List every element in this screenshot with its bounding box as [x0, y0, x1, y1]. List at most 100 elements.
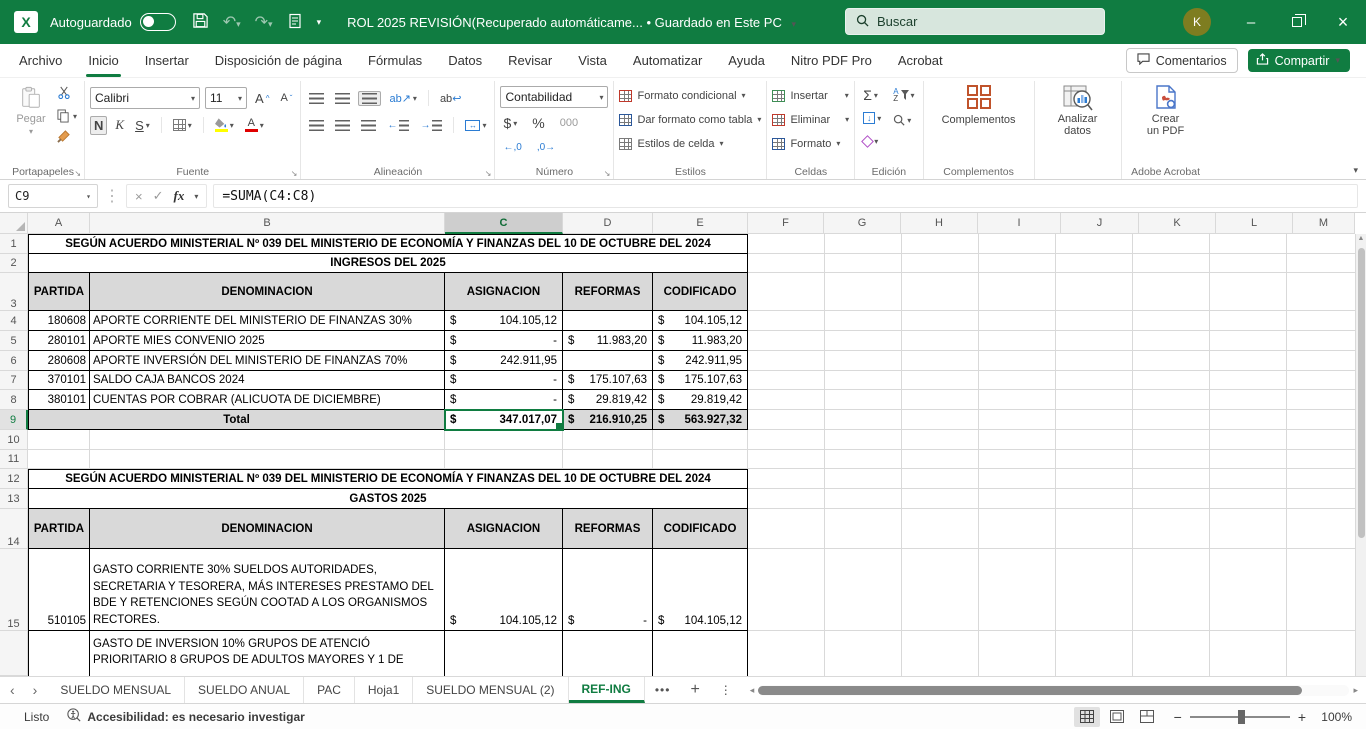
- percent-format-icon[interactable]: %: [529, 114, 547, 132]
- cell-d9[interactable]: $216.910,25: [563, 410, 653, 430]
- search-box[interactable]: [845, 8, 1105, 35]
- prev-sheet-icon[interactable]: ‹: [10, 682, 15, 698]
- enter-icon[interactable]: ✓: [153, 188, 164, 204]
- cell-e8[interactable]: $29.819,42: [653, 390, 748, 410]
- sheet-tab-sueldo-mensual[interactable]: SUELDO MENSUAL: [47, 677, 185, 703]
- row-header-10[interactable]: 10: [0, 430, 28, 450]
- addins-button[interactable]: Complementos: [929, 82, 1029, 163]
- cell-a8[interactable]: 380101: [28, 390, 90, 410]
- tab-automatizar[interactable]: Automatizar: [620, 44, 715, 77]
- row-header-14[interactable]: 14: [0, 509, 28, 549]
- sheet-tab-pac[interactable]: PAC: [304, 677, 355, 703]
- row-header-8[interactable]: 8: [0, 390, 28, 410]
- empty-cells[interactable]: [748, 469, 1366, 489]
- cell-d8[interactable]: $29.819,42: [563, 390, 653, 410]
- cell-b8[interactable]: CUENTAS POR COBRAR (ALICUOTA DE DICIEMBR…: [90, 390, 445, 410]
- orientation-icon[interactable]: ab↗▾: [386, 91, 419, 106]
- format-cells-button[interactable]: Formato▾: [772, 135, 849, 152]
- column-header-g[interactable]: G: [824, 213, 901, 234]
- tab-archivo[interactable]: Archivo: [6, 44, 75, 77]
- thousands-format-icon[interactable]: 000: [557, 116, 581, 130]
- autosave-toggle[interactable]: [140, 13, 176, 31]
- empty-cells[interactable]: [748, 331, 1366, 351]
- cell-a3[interactable]: PARTIDA: [28, 273, 90, 311]
- empty-cells[interactable]: [748, 351, 1366, 371]
- row-header-6[interactable]: 6: [0, 351, 28, 371]
- cell-c3[interactable]: ASIGNACION: [445, 273, 563, 311]
- undo-icon[interactable]: ↶▾: [223, 12, 241, 32]
- zoom-slider[interactable]: [1190, 716, 1290, 718]
- column-header-c[interactable]: C: [445, 213, 563, 234]
- comments-button[interactable]: Comentarios: [1126, 48, 1238, 73]
- number-format-combo[interactable]: Contabilidad▾: [500, 86, 608, 108]
- save-icon[interactable]: [192, 12, 209, 32]
- tab-disposicion[interactable]: Disposición de página: [202, 44, 355, 77]
- cell-c16[interactable]: [445, 631, 563, 676]
- cell-e14[interactable]: CODIFICADO: [653, 509, 748, 549]
- normal-view-icon[interactable]: [1074, 707, 1100, 727]
- cancel-icon[interactable]: ×: [135, 189, 143, 204]
- row-header-13[interactable]: 13: [0, 489, 28, 509]
- font-size-combo[interactable]: 11▾: [205, 87, 247, 109]
- select-all-corner[interactable]: [0, 213, 28, 234]
- align-center-icon[interactable]: [332, 119, 353, 132]
- restore-button[interactable]: [1274, 0, 1320, 44]
- sheet-tab-sueldo-mensual-2[interactable]: SUELDO MENSUAL (2): [413, 677, 568, 703]
- cell-c6[interactable]: $242.911,95: [445, 351, 563, 371]
- row-header-2[interactable]: 2: [0, 254, 28, 273]
- bold-button[interactable]: N: [90, 116, 107, 135]
- cell-d4[interactable]: [563, 311, 653, 331]
- autosum-button[interactable]: Σ▾: [860, 87, 884, 103]
- font-color-button[interactable]: A▾: [242, 118, 267, 133]
- tab-datos[interactable]: Datos: [435, 44, 495, 77]
- autosave-control[interactable]: Autoguardado: [50, 13, 176, 31]
- column-header-d[interactable]: D: [563, 213, 653, 234]
- column-header-b[interactable]: B: [90, 213, 445, 234]
- fill-button[interactable]: ↓▾: [860, 110, 884, 126]
- cell-d16[interactable]: [563, 631, 653, 676]
- zoom-in-icon[interactable]: +: [1298, 709, 1306, 725]
- currency-format-icon[interactable]: $▾: [500, 114, 520, 132]
- find-select-button[interactable]: ▾: [890, 112, 917, 128]
- decrease-font-icon[interactable]: Aˇ: [277, 91, 295, 105]
- next-sheet-icon[interactable]: ›: [33, 682, 38, 698]
- cell-c4[interactable]: $104.105,12: [445, 311, 563, 331]
- cell-a14[interactable]: PARTIDA: [28, 509, 90, 549]
- cell-c9-selected[interactable]: $347.017,07: [445, 410, 563, 430]
- close-button[interactable]: ×: [1320, 0, 1366, 44]
- align-right-icon[interactable]: [358, 119, 379, 132]
- scroll-right-icon[interactable]: ▸: [1353, 685, 1358, 695]
- scroll-left-icon[interactable]: ◂: [750, 685, 755, 695]
- insert-cells-button[interactable]: Insertar▾: [772, 87, 849, 104]
- cell-d14[interactable]: REFORMAS: [563, 509, 653, 549]
- align-left-icon[interactable]: [306, 119, 327, 132]
- tab-insertar[interactable]: Insertar: [132, 44, 202, 77]
- column-header-a[interactable]: A: [28, 213, 90, 234]
- dialog-launcher-numero[interactable]: ↘: [604, 169, 611, 178]
- row-header-1[interactable]: 1: [0, 234, 28, 254]
- cell-a10[interactable]: [28, 430, 90, 450]
- cell-a6[interactable]: 280608: [28, 351, 90, 371]
- conditional-format-button[interactable]: Formato condicional▾: [619, 87, 761, 104]
- cell-d6[interactable]: [563, 351, 653, 371]
- column-header-f[interactable]: F: [748, 213, 824, 234]
- cell-a9-total-label[interactable]: Total: [28, 410, 445, 430]
- align-top-icon[interactable]: [306, 92, 327, 105]
- row-header-11[interactable]: 11: [0, 450, 28, 469]
- format-painter-icon[interactable]: [57, 130, 77, 146]
- row-header-3[interactable]: 3: [0, 273, 28, 311]
- row-header-16[interactable]: [0, 631, 28, 676]
- tab-ayuda[interactable]: Ayuda: [715, 44, 778, 77]
- cell-a5[interactable]: 280101: [28, 331, 90, 351]
- cell-e3[interactable]: CODIFICADO: [653, 273, 748, 311]
- dialog-launcher-fuente[interactable]: ↘: [291, 169, 298, 178]
- cell-styles-button[interactable]: Estilos de celda▾: [619, 135, 761, 152]
- row-header-7[interactable]: 7: [0, 371, 28, 390]
- document-title[interactable]: ROL 2025 REVISIÓN(Recuperado automáticam…: [347, 15, 796, 30]
- cell-b15[interactable]: GASTO CORRIENTE 30% SUELDOS AUTORIDADES,…: [90, 549, 445, 631]
- title-dropdown-icon[interactable]: ▾: [791, 19, 796, 29]
- column-header-e[interactable]: E: [653, 213, 748, 234]
- insert-function-icon[interactable]: fx: [174, 188, 185, 204]
- cell-a11[interactable]: [28, 450, 90, 469]
- cell-b7[interactable]: SALDO CAJA BANCOS 2024: [90, 371, 445, 390]
